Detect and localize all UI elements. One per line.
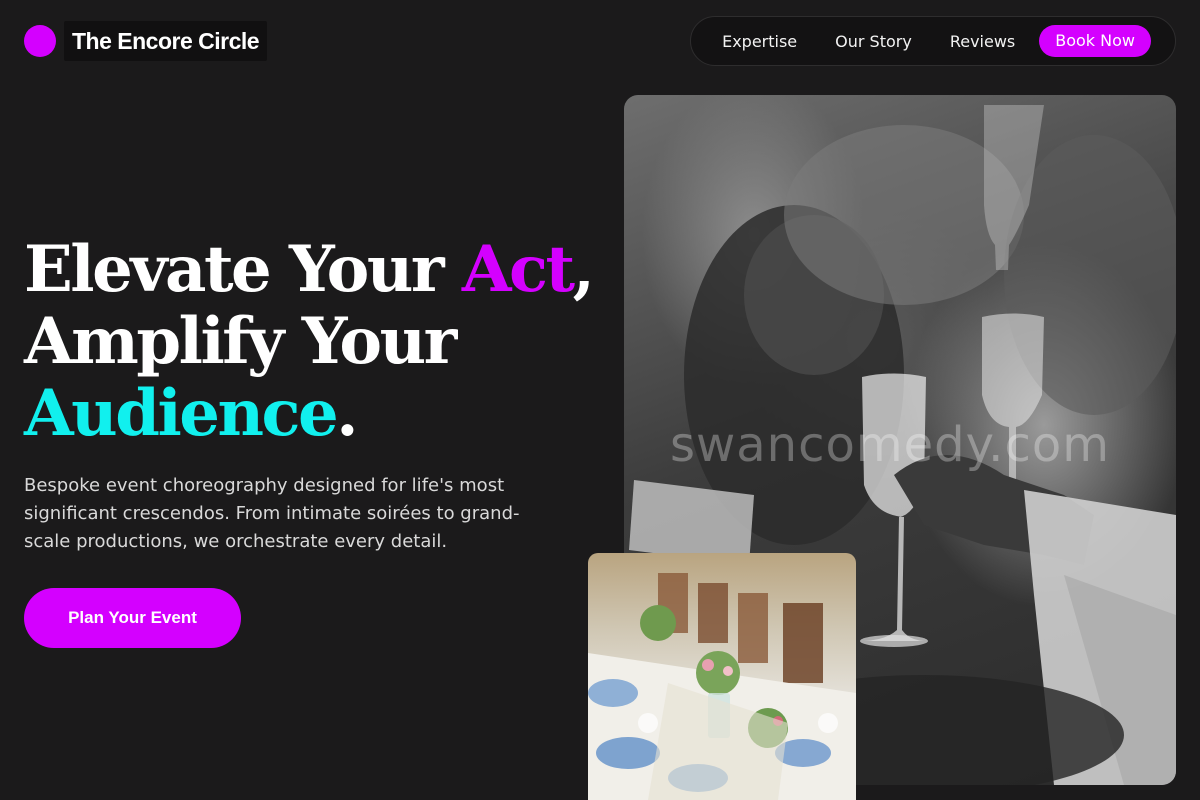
headline-period: .: [336, 376, 358, 451]
headline-accent-act: Act: [461, 232, 575, 307]
nav-link-our-story[interactable]: Our Story: [816, 32, 931, 51]
table-setting-photo: [588, 553, 856, 800]
nav-link-reviews[interactable]: Reviews: [931, 32, 1034, 51]
table-setting-illustration: [588, 573, 856, 800]
headline-accent-audience: Audience: [24, 376, 339, 451]
book-now-button[interactable]: Book Now: [1039, 25, 1151, 57]
headline-line-2: Amplify Your: [24, 304, 457, 379]
hero-description: Bespoke event choreography designed for …: [24, 475, 520, 552]
main-nav: Expertise Our Story Reviews Book Now: [690, 16, 1176, 66]
nav-link-expertise[interactable]: Expertise: [703, 32, 816, 51]
logo-dot-icon[interactable]: [24, 25, 56, 57]
site-header: The Encore Circle Expertise Our Story Re…: [0, 0, 1200, 84]
brand-name[interactable]: The Encore Circle: [64, 21, 268, 61]
photo-watermark: swancomedy.com: [670, 417, 1110, 473]
headline-part-1: Elevate Your: [24, 232, 462, 307]
headline-comma: ,: [572, 232, 595, 307]
plan-your-event-button[interactable]: Plan Your Event: [24, 588, 241, 648]
hero-headline: Elevate Your Act, Amplify Your Audience.: [24, 232, 595, 451]
